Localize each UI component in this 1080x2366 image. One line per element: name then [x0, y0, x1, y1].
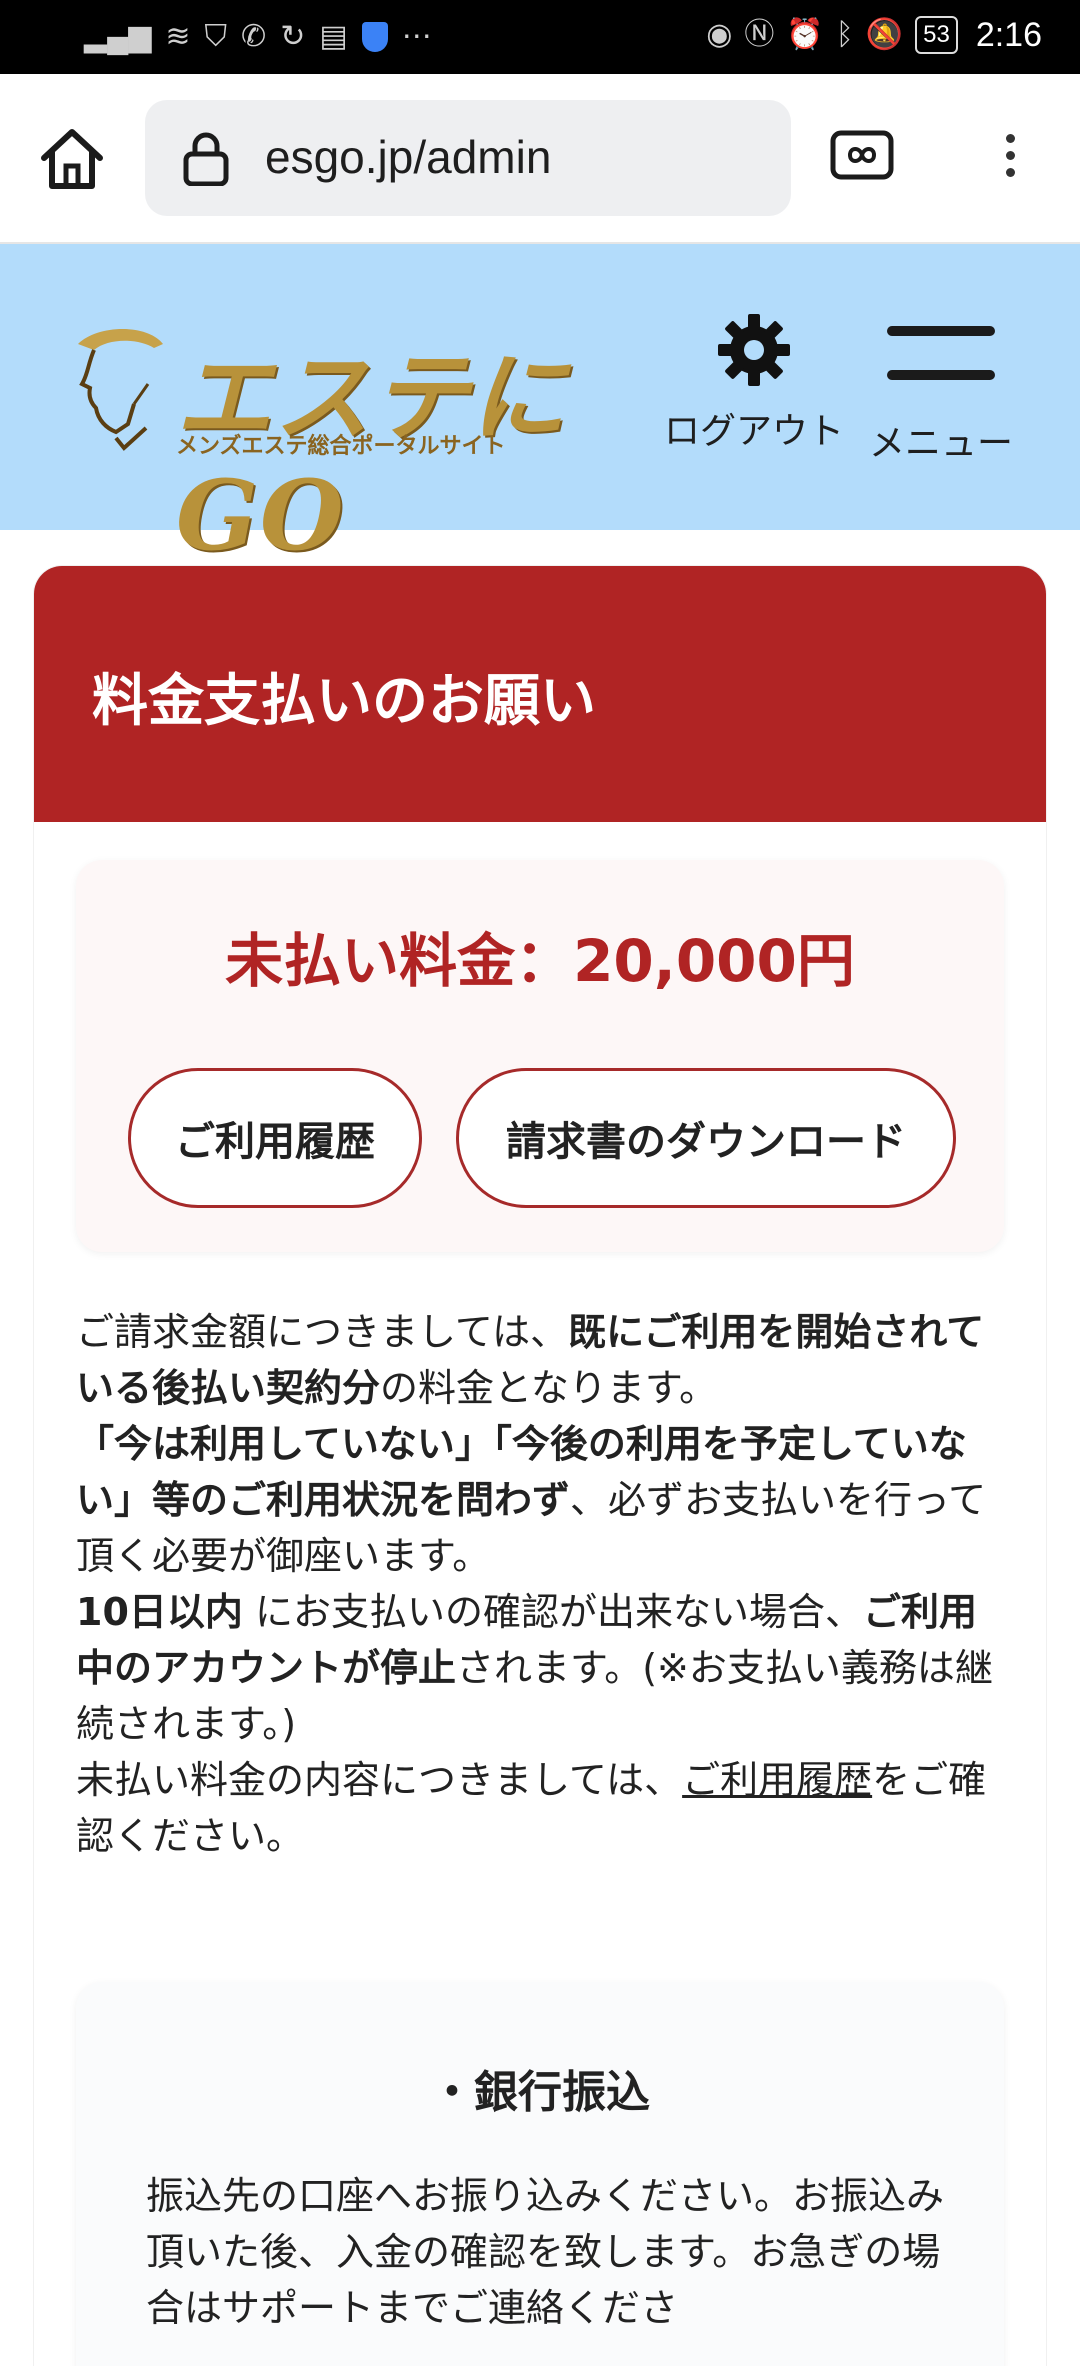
hamburger-icon: [866, 316, 1016, 380]
logo-subtitle: メンズエステ総合ポータルサイト: [176, 434, 506, 459]
address-bar[interactable]: esgo.jp/admin: [145, 100, 791, 216]
notice-text: にお支払いの確認が出来ない場合、: [242, 1590, 863, 1634]
notice-text: 未払い料金の内容につきましては、: [76, 1758, 683, 1802]
notice-bold: 10日以内: [76, 1590, 243, 1634]
wifi-icon: ≋: [165, 20, 191, 53]
kebab-icon-dot: [1005, 151, 1015, 160]
payment-notice: ご請求金額につきましては、既にご利用を開始されている後払い契約分の料金となります…: [76, 1304, 1012, 1864]
menu-label: メニュー: [868, 423, 1013, 464]
bank-transfer-text: 振込先の口座へお振り込みください。お振込み頂いた後、入金の確認を致します。お急ぎ…: [146, 2174, 945, 2330]
bluetooth-icon: ᛒ: [835, 18, 854, 51]
status-icons-right: ◉ Ⓝ ⏰ ᛒ 🔕 53 2:16: [706, 14, 1042, 56]
kebab-icon-dot: [1005, 134, 1015, 143]
nfc-icon: Ⓝ: [744, 18, 775, 51]
bank-transfer-title: ・銀行振込: [430, 2067, 650, 2118]
battery-indicator: 53: [915, 16, 958, 54]
infinity-icon: [830, 130, 894, 180]
hd-call-icon: ✆: [241, 20, 267, 53]
sim-icon: ▤: [319, 20, 348, 53]
gear-icon: [718, 314, 790, 386]
payment-request-card: 料金支払いのお願い 未払い料金：20,000円 ご利用履歴 請求書のダウンロード…: [34, 566, 1046, 2366]
menu-button[interactable]: メニュー: [866, 316, 1016, 466]
sync-icon: ↻: [280, 20, 306, 53]
unpaid-amount: 未払い料金：20,000円: [225, 927, 855, 995]
tab-switcher-button[interactable]: [830, 128, 894, 182]
usage-history-button[interactable]: ご利用履歴: [128, 1068, 422, 1208]
notice-text: の料金となります。: [380, 1366, 718, 1410]
signal-icon: ▂▄▆: [84, 20, 152, 53]
more-icon: ⋯: [401, 20, 432, 53]
lock-icon: [183, 132, 229, 186]
home-button[interactable]: [36, 124, 108, 194]
clock: 2:16: [975, 15, 1042, 54]
invoice-download-button[interactable]: 請求書のダウンロード: [456, 1068, 956, 1208]
home-icon: [41, 129, 103, 189]
bank-transfer-section: ・銀行振込 振込先の口座へお振り込みください。お振込み頂いた後、入金の確認を致し…: [76, 1982, 1004, 2366]
unpaid-summary: 未払い料金：20,000円 ご利用履歴 請求書のダウンロード: [76, 860, 1004, 1252]
mute-icon: 🔕: [865, 18, 904, 51]
logo-face-icon: [78, 329, 163, 451]
status-icons-left: ▂▄▆ ≋ ⛉ ✆ ↻ ▤ ⋯: [84, 16, 432, 58]
browser-toolbar: esgo.jp/admin: [0, 74, 1080, 244]
eye-icon: ◉: [706, 18, 733, 51]
shield-icon: ⛉: [204, 20, 228, 53]
url-text: esgo.jp/admin: [265, 131, 552, 183]
logout-label: ログアウト: [664, 411, 845, 452]
notice-text: ご請求金額につきましては、: [76, 1310, 569, 1354]
logout-button[interactable]: ログアウト: [664, 312, 844, 454]
site-header: エステにGO メンズエステ総合ポータルサイト ログアウト メニュー: [0, 244, 1080, 572]
kebab-icon-dot: [1005, 168, 1015, 177]
alarm-icon: ⏰: [786, 18, 824, 51]
vpn-icon: [361, 22, 388, 52]
site-logo[interactable]: エステにGO メンズエステ総合ポータルサイト: [58, 324, 628, 572]
usage-history-link[interactable]: ご利用履歴: [682, 1758, 872, 1802]
status-bar: ▂▄▆ ≋ ⛉ ✆ ↻ ▤ ⋯ ◉ Ⓝ ⏰ ᛒ 🔕 53 2:16: [0, 0, 1080, 74]
more-options-button[interactable]: [990, 126, 1030, 190]
page-title: 料金支払いのお願い: [92, 669, 596, 734]
